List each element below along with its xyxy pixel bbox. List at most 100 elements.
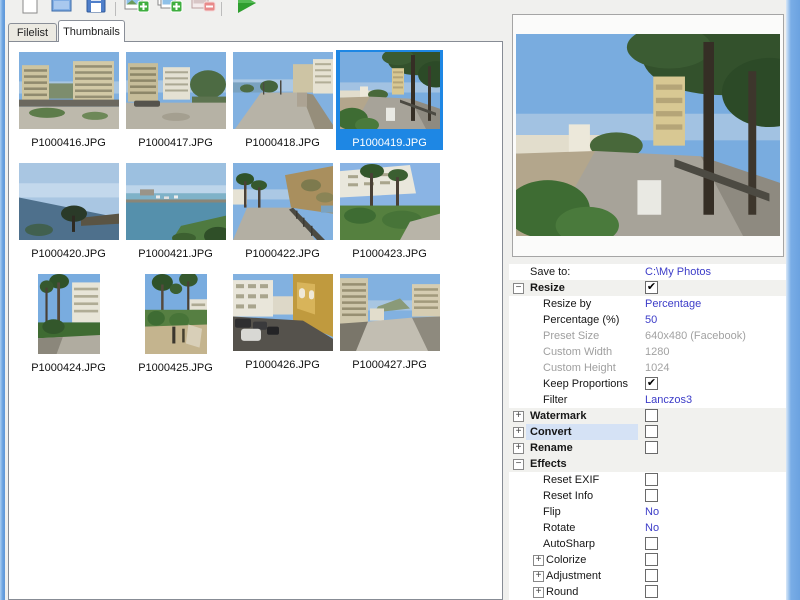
checkbox-unchecked[interactable] bbox=[645, 473, 658, 486]
property-row-percentage: Percentage (%) 50 bbox=[509, 312, 786, 328]
checkbox-unchecked[interactable] bbox=[645, 537, 658, 550]
thumbnail-image bbox=[18, 52, 119, 134]
thumbnail-filename: P1000419.JPG bbox=[352, 137, 427, 149]
thumbnail-p1000418[interactable]: P1000418.JPG bbox=[229, 50, 336, 150]
property-row-autosharp: AutoSharp bbox=[509, 536, 786, 552]
thumbnail-p1000426[interactable]: P1000426.JPG bbox=[229, 272, 336, 375]
property-row-rename: + Rename bbox=[509, 440, 786, 456]
thumbnail-p1000427[interactable]: P1000427.JPG bbox=[336, 272, 443, 375]
property-value[interactable]: Lanczos3 bbox=[645, 394, 692, 406]
property-row-convert: + Convert bbox=[509, 424, 786, 440]
preview-image bbox=[516, 34, 780, 236]
app-window: Filelist Thumbnails P1000416.JPG P1000417… bbox=[0, 0, 800, 600]
property-row-keep-proportions: Keep Proportions ✔ bbox=[509, 376, 786, 392]
start-resize-icon[interactable] bbox=[231, 0, 259, 17]
property-row-rotate: Rotate No bbox=[509, 520, 786, 536]
remove-image-icon[interactable] bbox=[189, 0, 217, 17]
property-row-effects: − Effects bbox=[509, 456, 786, 472]
thumbnail-p1000423[interactable]: P1000423.JPG bbox=[336, 161, 443, 261]
property-row-save-to: Save to: C:\My Photos bbox=[509, 264, 786, 280]
property-value[interactable]: C:\My Photos bbox=[645, 266, 711, 278]
thumbnail-image bbox=[339, 163, 440, 245]
thumbnail-p1000416[interactable]: P1000416.JPG bbox=[15, 50, 122, 150]
property-value: 1280 bbox=[645, 346, 670, 358]
property-label: Round bbox=[546, 586, 579, 598]
checkbox-unchecked[interactable] bbox=[645, 553, 658, 566]
property-label: Reset EXIF bbox=[543, 474, 600, 486]
property-label: Rename bbox=[530, 442, 573, 454]
property-label: Keep Proportions bbox=[543, 378, 628, 390]
property-row-custom-height: Custom Height 1024 bbox=[509, 360, 786, 376]
checkbox-checked[interactable]: ✔ bbox=[645, 281, 658, 294]
expand-icon[interactable]: + bbox=[513, 411, 524, 422]
property-value[interactable]: 50 bbox=[645, 314, 657, 326]
expand-icon[interactable]: + bbox=[533, 587, 544, 598]
open-file-icon[interactable] bbox=[49, 0, 77, 17]
property-value[interactable]: Percentage bbox=[645, 298, 701, 310]
expand-icon[interactable]: + bbox=[533, 571, 544, 582]
property-row-reset-info: Reset Info bbox=[509, 488, 786, 504]
property-row-colorize: + Colorize bbox=[509, 552, 786, 568]
thumbnail-p1000420[interactable]: P1000420.JPG bbox=[15, 161, 122, 261]
property-row-resize-by: Resize by Percentage bbox=[509, 296, 786, 312]
tab-filelist[interactable]: Filelist bbox=[8, 23, 57, 42]
preview-pane bbox=[512, 14, 784, 257]
property-label: Resize bbox=[530, 282, 565, 294]
checkbox-checked[interactable]: ✔ bbox=[645, 377, 658, 390]
expand-icon[interactable]: + bbox=[513, 443, 524, 454]
thumbnail-filename: P1000418.JPG bbox=[245, 137, 320, 149]
property-value[interactable]: No bbox=[645, 506, 659, 518]
checkbox-unchecked[interactable] bbox=[645, 441, 658, 454]
window-border-right bbox=[786, 0, 800, 600]
save-file-icon[interactable] bbox=[83, 0, 111, 17]
checkbox-unchecked[interactable] bbox=[645, 489, 658, 502]
thumbnail-p1000422[interactable]: P1000422.JPG bbox=[229, 161, 336, 261]
property-label: Custom Width bbox=[543, 346, 613, 358]
toolbar-separator bbox=[221, 2, 222, 16]
thumbnail-image bbox=[232, 52, 333, 134]
thumbnail-p1000417[interactable]: P1000417.JPG bbox=[122, 50, 229, 150]
thumbnail-p1000421[interactable]: P1000421.JPG bbox=[122, 161, 232, 261]
window-border-left bbox=[0, 0, 5, 600]
add-folder-icon[interactable] bbox=[156, 0, 184, 17]
thumbnail-filename: P1000422.JPG bbox=[245, 248, 320, 260]
expand-icon[interactable]: + bbox=[533, 555, 544, 566]
checkbox-unchecked[interactable] bbox=[645, 425, 658, 438]
thumbnail-image bbox=[339, 274, 440, 356]
checkbox-unchecked[interactable] bbox=[645, 585, 658, 598]
property-label: Effects bbox=[530, 458, 567, 470]
property-value: 1024 bbox=[645, 362, 670, 374]
thumbnail-p1000419[interactable]: P1000419.JPG bbox=[335, 46, 454, 150]
checkbox-unchecked[interactable] bbox=[645, 409, 658, 422]
property-row-resize: − Resize ✔ bbox=[509, 280, 786, 296]
thumbnail-filename: P1000417.JPG bbox=[138, 137, 213, 149]
thumbnail-filename: P1000425.JPG bbox=[138, 362, 213, 374]
thumbnail-p1000425[interactable]: P1000425.JPG bbox=[122, 271, 229, 375]
thumbnail-image bbox=[144, 271, 207, 359]
thumbnail-filename: P1000420.JPG bbox=[31, 248, 106, 260]
property-row-custom-width: Custom Width 1280 bbox=[509, 344, 786, 360]
add-image-icon[interactable] bbox=[123, 0, 151, 17]
property-label: Rotate bbox=[543, 522, 576, 534]
thumbnail-list-panel: P1000416.JPG P1000417.JPG P1000418.JPG P… bbox=[8, 41, 503, 600]
property-value[interactable]: No bbox=[645, 522, 659, 534]
collapse-icon[interactable]: − bbox=[513, 459, 524, 470]
collapse-icon[interactable]: − bbox=[513, 283, 524, 294]
property-row-round: + Round bbox=[509, 584, 786, 600]
property-value: 640x480 (Facebook) bbox=[645, 330, 746, 342]
checkbox-unchecked[interactable] bbox=[645, 569, 658, 582]
toolbar-separator bbox=[115, 2, 116, 16]
new-file-icon[interactable] bbox=[17, 0, 45, 17]
thumbnail-filename: P1000421.JPG bbox=[138, 248, 213, 260]
property-label: Reset Info bbox=[543, 490, 594, 502]
expand-icon[interactable]: + bbox=[513, 427, 524, 438]
thumbnail-p1000424[interactable]: P1000424.JPG bbox=[15, 272, 122, 375]
property-row-preset-size: Preset Size 640x480 (Facebook) bbox=[509, 328, 786, 344]
tab-thumbnails[interactable]: Thumbnails bbox=[58, 20, 125, 42]
thumbnail-filename: P1000423.JPG bbox=[352, 248, 427, 260]
thumbnail-filename: P1000426.JPG bbox=[245, 359, 320, 371]
property-label: Convert bbox=[530, 426, 572, 438]
thumbnail-image bbox=[37, 274, 100, 359]
thumbnail-grid: P1000416.JPG P1000417.JPG P1000418.JPG P… bbox=[15, 46, 454, 375]
property-label: Adjustment bbox=[546, 570, 602, 582]
